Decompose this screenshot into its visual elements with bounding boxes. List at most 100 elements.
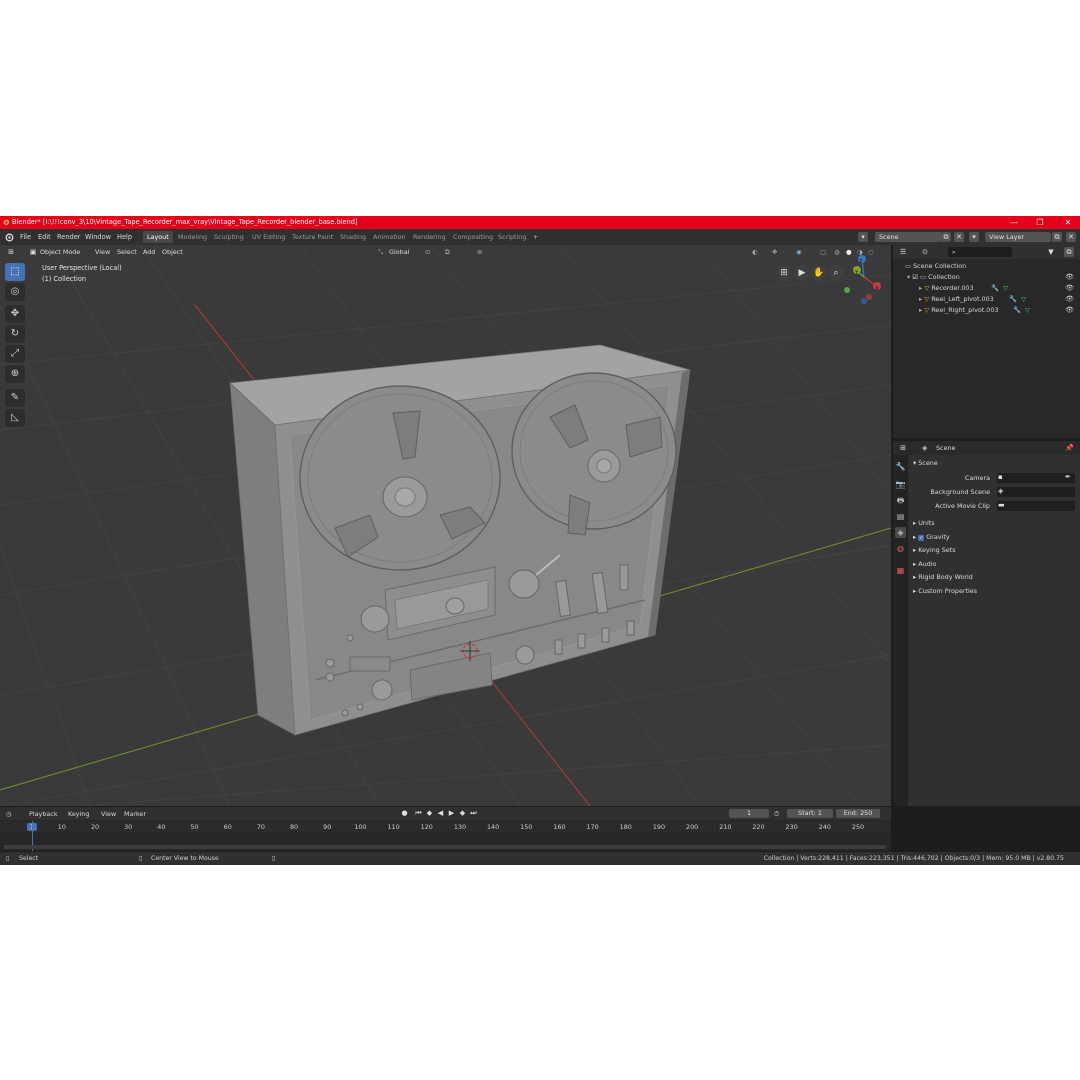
tab-uv-editing[interactable]: UV Editing (248, 231, 289, 243)
render-tab-icon[interactable]: 📷 (895, 479, 906, 490)
toggle-camera-icon[interactable]: ⊞ (776, 265, 792, 281)
outliner-editor-type-icon[interactable]: ☰ (898, 247, 908, 257)
eye-icon[interactable]: 👁 (1065, 283, 1074, 294)
audio-panel[interactable]: ▸ Audio (913, 560, 936, 568)
rotate-icon[interactable]: ↻ (5, 325, 25, 343)
units-panel[interactable]: ▸ Units (913, 519, 935, 527)
tab-scripting[interactable]: Scripting (494, 231, 530, 243)
tape-recorder-model[interactable] (229, 344, 691, 736)
custom-properties-panel[interactable]: ▸ Custom Properties (913, 587, 977, 595)
outliner-row-collection[interactable]: ▾ ☑ ▭ Collection 👁 (907, 272, 1077, 283)
orientation-icon[interactable]: ⤡ (378, 248, 383, 257)
wireframe-shading-icon[interactable]: ◍ (834, 248, 840, 256)
tab-texture-paint[interactable]: Texture Paint (288, 231, 337, 243)
visibility-icon[interactable]: ◐ (752, 248, 758, 256)
texture-tab-icon[interactable]: ▦ (895, 565, 906, 576)
view-layer-field[interactable]: View Layer (985, 232, 1051, 242)
scene-section-header[interactable]: ▾ Scene (913, 459, 938, 467)
menu-edit[interactable]: Edit (38, 233, 51, 241)
scene-field[interactable]: Scene (875, 232, 941, 242)
display-mode-icon[interactable]: ⊙ (920, 247, 930, 257)
jump-start-icon[interactable]: ⏮ (414, 809, 423, 818)
timeline-scrollbar[interactable] (4, 845, 886, 849)
snap-icon[interactable]: ⧉ (445, 248, 450, 257)
world-tab-icon[interactable]: ◍ (895, 543, 906, 554)
camera-field[interactable] (997, 473, 1075, 483)
delete-view-layer-icon[interactable]: ✕ (1066, 232, 1076, 242)
outliner-search-input[interactable]: ⌕ (948, 247, 1012, 257)
material-shading-icon[interactable]: ◑ (857, 248, 863, 256)
expand-icon[interactable]: ▸ (919, 295, 922, 303)
next-keyframe-icon[interactable]: ◆ (458, 809, 467, 818)
prev-keyframe-icon[interactable]: ◆ (425, 809, 434, 818)
object-mode-dropdown[interactable]: Object Mode (40, 248, 80, 256)
overlay-icon[interactable]: ◉ (796, 248, 802, 256)
expand-icon[interactable]: ▸ (919, 306, 922, 314)
measure-icon[interactable]: ◺ (5, 409, 25, 427)
start-frame-field[interactable]: Start: 1 (787, 809, 833, 818)
transform-orientation-dropdown[interactable]: Global (389, 248, 409, 256)
blender-menu-icon[interactable] (4, 232, 14, 242)
tab-modeling[interactable]: Modeling (174, 231, 211, 243)
jump-end-icon[interactable]: ⏭ (469, 809, 478, 818)
expand-icon[interactable]: ▾ (907, 273, 910, 281)
add-workspace-button[interactable]: + (529, 231, 542, 243)
view-layer-browse-icon[interactable]: ▾ (969, 232, 979, 242)
eye-icon[interactable]: 👁 (1065, 272, 1074, 283)
tab-rendering[interactable]: Rendering (409, 231, 450, 243)
view-menu[interactable]: View (101, 810, 116, 818)
close-button[interactable]: ✕ (1058, 217, 1078, 228)
xray-icon[interactable]: ▢ (820, 248, 826, 256)
scene-tab-icon[interactable]: ◈ (895, 527, 906, 538)
gizmo-toggle-icon[interactable]: ✥ (772, 248, 777, 256)
frame-ruler[interactable]: 1102030405060708090100110120130140150160… (0, 821, 891, 832)
keying-menu[interactable]: Keying (68, 810, 89, 818)
tab-sculpting[interactable]: Sculpting (210, 231, 248, 243)
rigid-body-world-panel[interactable]: ▸ Rigid Body World (913, 573, 973, 581)
pin-icon[interactable]: 📌 (1065, 444, 1074, 452)
checkbox-icon[interactable]: ☑ (912, 273, 918, 281)
scene-browse-icon[interactable]: ▾ (858, 232, 868, 242)
outliner-row-scene-collection[interactable]: ▭ Scene Collection (905, 261, 966, 272)
proportional-icon[interactable]: ⊚ (477, 248, 482, 256)
new-view-layer-icon[interactable]: ⧉ (1052, 232, 1062, 242)
current-frame-field[interactable]: 1 (729, 809, 769, 818)
expand-icon[interactable]: ▸ (919, 284, 922, 292)
cursor-icon[interactable]: ◎ (5, 283, 25, 301)
delete-scene-icon[interactable]: ✕ (954, 232, 964, 242)
eyedropper-icon[interactable]: ✒ (1065, 473, 1071, 481)
tab-layout[interactable]: Layout (143, 231, 173, 243)
new-collection-icon[interactable]: ⧉ (1064, 247, 1074, 257)
gravity-panel[interactable]: ▸ ✓ Gravity (913, 533, 950, 541)
menu-render[interactable]: Render (57, 233, 80, 241)
menu-file[interactable]: File (20, 233, 31, 241)
gravity-checkbox[interactable]: ✓ (918, 535, 925, 541)
camera-view-icon[interactable]: ▶ (794, 265, 810, 281)
menu-select[interactable]: Select (117, 248, 137, 256)
menu-object[interactable]: Object (162, 248, 183, 256)
new-scene-icon[interactable]: ⧉ (941, 232, 951, 242)
maximize-button[interactable]: ❐ (1030, 217, 1050, 228)
minimize-button[interactable]: — (1004, 217, 1024, 228)
eye-icon[interactable]: 👁 (1065, 305, 1074, 316)
pan-hand-icon[interactable]: ✋ (811, 265, 827, 281)
menu-view[interactable]: View (95, 248, 110, 256)
movie-clip-field[interactable] (997, 501, 1075, 511)
outliner-row-object[interactable]: ▸ ▽ Recorder.003 🔧 ▽ 👁 (919, 283, 1077, 294)
annotate-icon[interactable]: ✎ (5, 389, 25, 407)
keying-sets-panel[interactable]: ▸ Keying Sets (913, 546, 956, 554)
tab-compositing[interactable]: Compositing (449, 231, 497, 243)
menu-help[interactable]: Help (117, 233, 132, 241)
record-icon[interactable]: ● (400, 809, 409, 818)
menu-window[interactable]: Window (85, 233, 111, 241)
marker-menu[interactable]: Marker (124, 810, 146, 818)
outliner-row-object[interactable]: ▸ ▽ Reel_Right_pivot.003 🔧 ▽ 👁 (919, 305, 1077, 316)
zoom-icon[interactable]: ⌕ (828, 265, 844, 281)
pivot-icon[interactable]: ⊙ (425, 248, 430, 256)
filter-icon[interactable]: ▼ (1046, 247, 1056, 257)
3d-viewport[interactable]: Z X Y ⊞ ▣ Object Mode View Select Add Ob… (0, 245, 891, 806)
rendered-shading-icon[interactable]: ○ (868, 248, 874, 256)
transform-icon[interactable]: ⊕ (5, 365, 25, 383)
end-frame-field[interactable]: End: 250 (836, 809, 880, 818)
clock-icon[interactable]: ⏱ (774, 810, 779, 819)
